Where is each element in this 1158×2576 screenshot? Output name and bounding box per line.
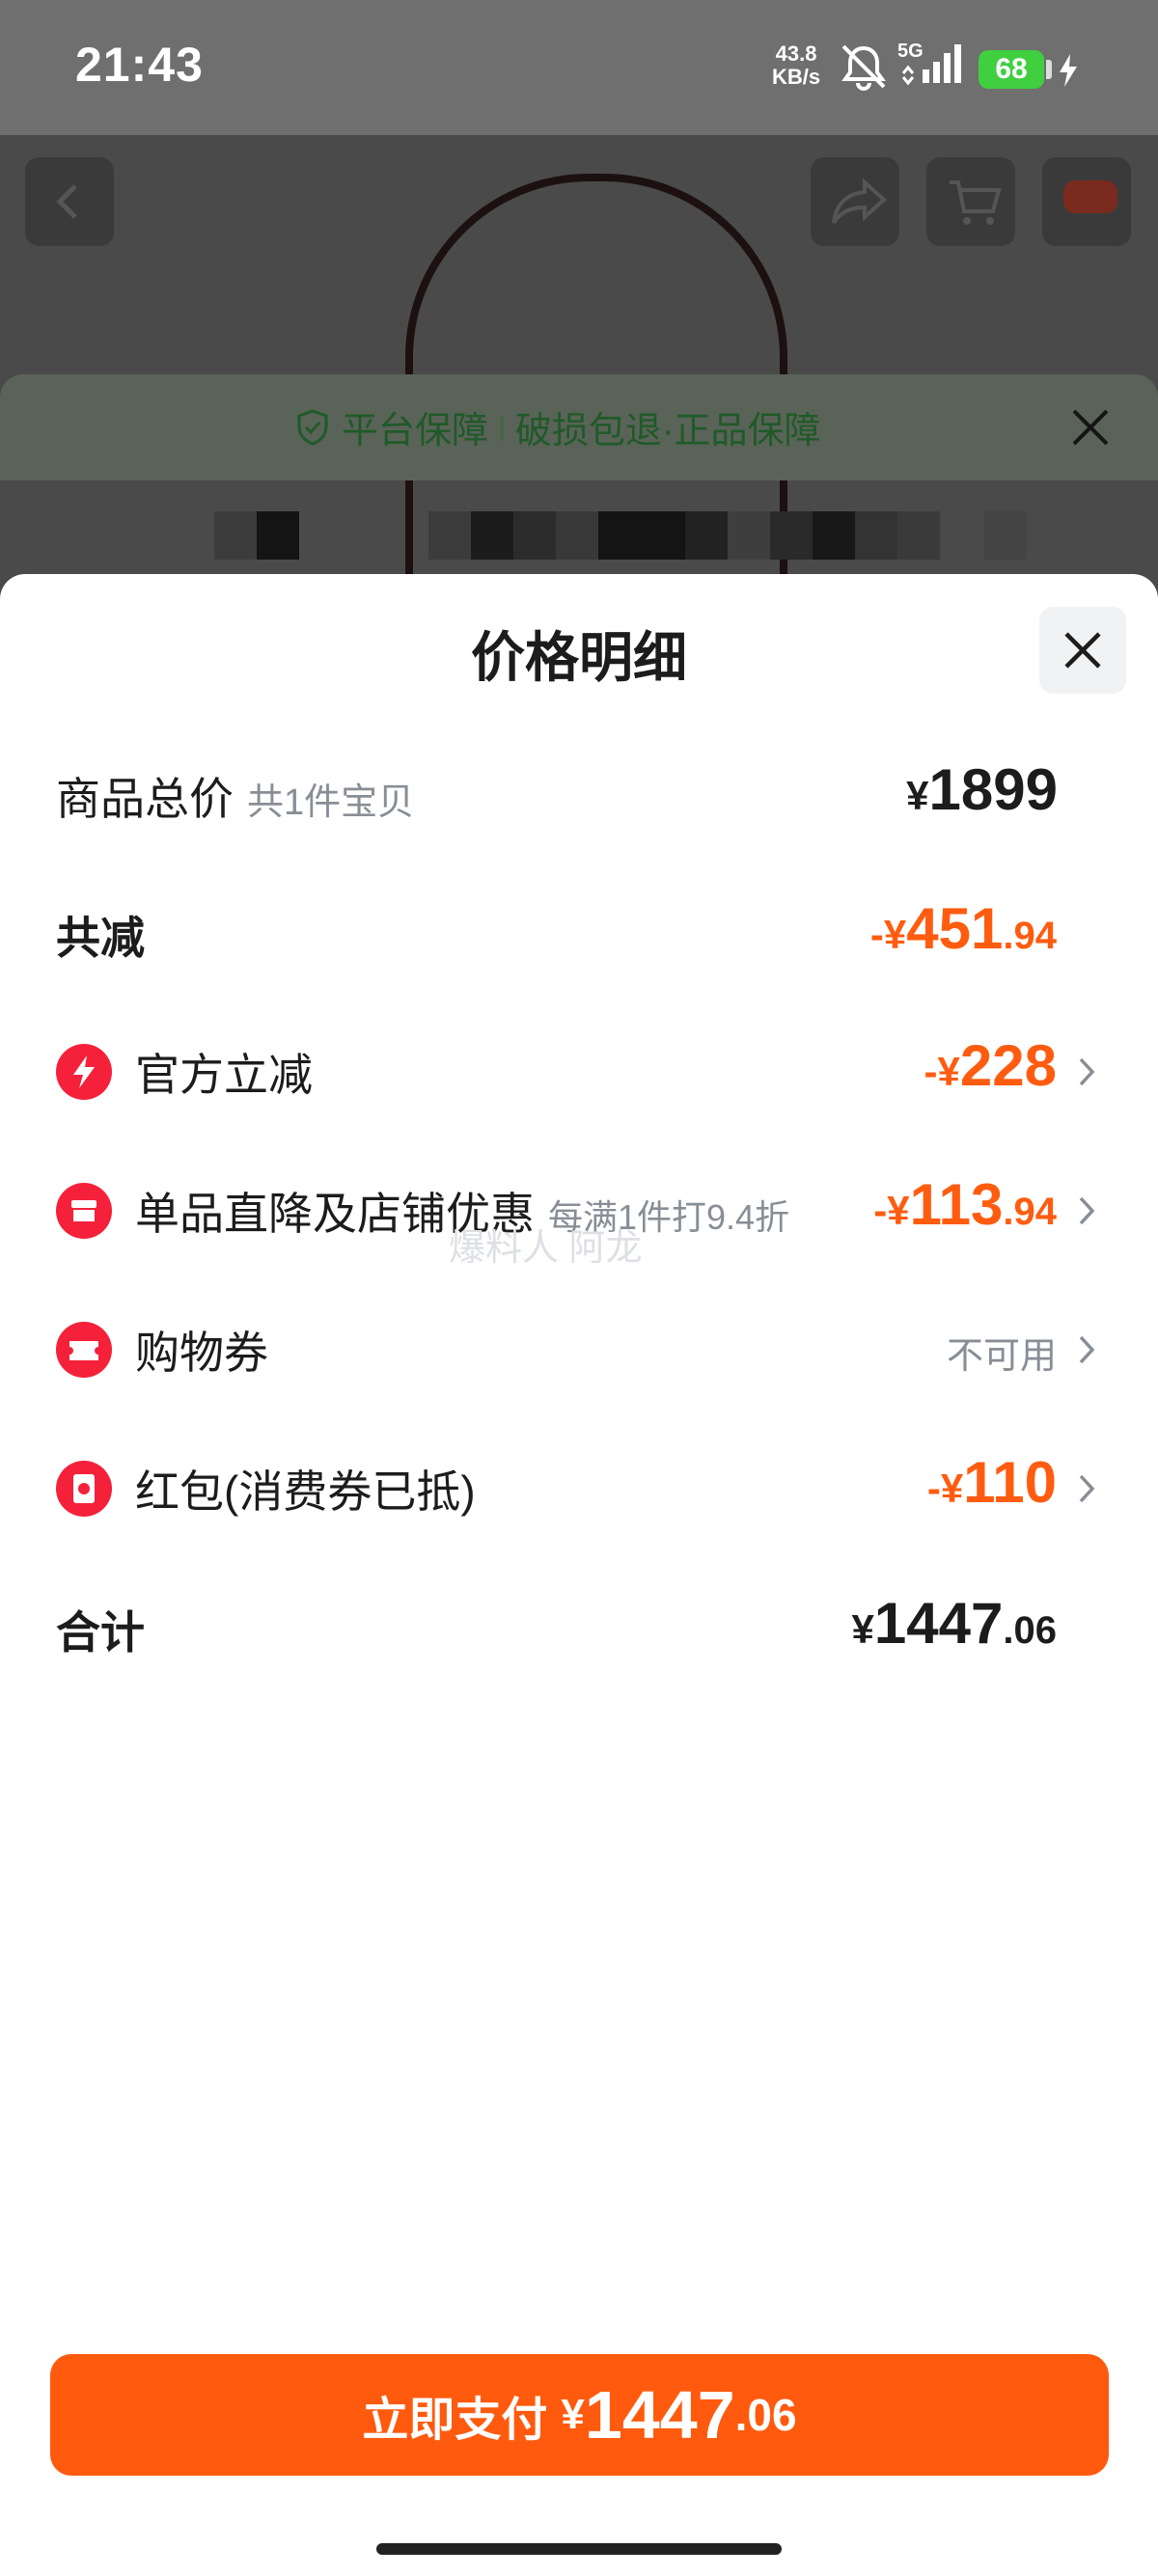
message-button[interactable]	[1042, 157, 1131, 246]
sheet-title: 价格明细	[471, 627, 687, 688]
net-speed-value: 43.8	[775, 41, 817, 66]
row-total-reduction: 共减 -¥451.94	[0, 886, 1158, 982]
coupon-status: 不可用	[946, 1336, 1057, 1377]
close-icon	[1064, 632, 1101, 669]
signal-label: 5G	[897, 41, 924, 62]
currency-symbol: -¥	[926, 1466, 964, 1511]
official-discount-label: 官方立减	[135, 1050, 313, 1100]
pay-now-button[interactable]: 立即支付 ¥1447.06	[50, 2354, 1109, 2476]
row-official-discount[interactable]: 官方立减 -¥228	[0, 1023, 1158, 1119]
goods-total-label: 商品总价 共1件宝贝	[56, 764, 414, 828]
chevron-right-icon	[1079, 1196, 1095, 1225]
ticket-icon	[56, 1322, 112, 1378]
row-red-packet[interactable]: 红包(消费券已抵) -¥110	[0, 1439, 1158, 1536]
row-shopping-coupon[interactable]: 购物券 不可用	[0, 1301, 1158, 1397]
shopping-coupon-label: 购物券	[135, 1328, 268, 1378]
pay-amount-decimal: .06	[734, 2390, 797, 2440]
amount-decimal: .06	[1003, 1609, 1057, 1652]
battery-cap	[1046, 60, 1052, 79]
red-packet-label: 红包(消费券已抵)	[135, 1466, 476, 1517]
mosaic-strip	[0, 511, 1158, 569]
guarantee-text: 平台保障 | 破损包退·正品保障	[293, 400, 820, 453]
goods-total-amount: ¥1899	[906, 756, 1058, 823]
cart-icon	[950, 180, 1002, 225]
network-speed: 43.8 KB/s	[772, 42, 820, 89]
amount-integer: 451	[906, 896, 1004, 961]
currency-symbol: -¥	[869, 912, 907, 957]
watermark-text: 爆料人 阿龙	[449, 1228, 643, 1269]
guarantee-close-button[interactable]	[1066, 403, 1115, 456]
amount-integer: 228	[959, 1033, 1057, 1098]
currency-symbol: -¥	[873, 1188, 910, 1233]
total-reduction-label: 共减	[56, 913, 145, 963]
sheet-close-button[interactable]	[1039, 607, 1126, 694]
mute-bell-icon	[838, 42, 890, 96]
pay-amount-integer: 1447	[584, 2377, 735, 2453]
guarantee-detail: 破损包退·正品保障	[514, 411, 821, 452]
red-packet-icon	[56, 1461, 112, 1517]
total-reduction-amount: -¥451.94	[870, 895, 1057, 962]
battery-indicator: 68	[979, 50, 1044, 89]
shield-check-icon	[297, 408, 328, 446]
amount-integer: 1447	[873, 1591, 1004, 1656]
row-sum-total: 合计 ¥1447.06	[0, 1580, 1158, 1677]
amount-decimal: .94	[1003, 1191, 1057, 1233]
amount-integer: 113	[909, 1172, 1004, 1237]
store-discount-amount: -¥113.94	[873, 1171, 1057, 1238]
chevron-right-icon	[1079, 1474, 1095, 1503]
sum-total-label: 合计	[56, 1607, 145, 1658]
amount-decimal: .94	[1003, 915, 1057, 957]
amount-integer: 1899	[928, 757, 1058, 822]
back-arrow-icon	[56, 184, 77, 219]
store-icon	[56, 1183, 112, 1239]
red-packet-amount: -¥110	[927, 1449, 1057, 1516]
row-goods-total: 商品总价 共1件宝贝 ¥1899	[0, 747, 1158, 843]
net-speed-unit: KB/s	[772, 65, 821, 89]
lightning-icon	[56, 1044, 112, 1100]
official-discount-amount: -¥228	[924, 1032, 1057, 1099]
status-time: 21:43	[75, 38, 204, 92]
currency-symbol: ¥	[906, 773, 929, 818]
price-detail-sheet	[0, 574, 1158, 2576]
sum-total-amount: ¥1447.06	[852, 1590, 1057, 1657]
amount-integer: 110	[963, 1450, 1057, 1515]
guarantee-separator: |	[498, 410, 506, 443]
back-button[interactable]	[25, 157, 114, 246]
currency-symbol: ¥	[851, 1606, 874, 1652]
chevron-right-icon	[1079, 1057, 1095, 1086]
charging-icon	[1058, 54, 1079, 92]
signal-5g-icon: 5G	[897, 41, 965, 94]
message-icon	[1063, 180, 1117, 213]
pay-button-label: 立即支付	[362, 2395, 548, 2446]
share-button[interactable]	[811, 157, 899, 246]
close-icon	[1072, 409, 1109, 446]
cart-button[interactable]	[926, 157, 1015, 246]
status-bar: 21:43 43.8 KB/s 5G 68	[0, 0, 1158, 135]
chevron-right-icon	[1079, 1335, 1095, 1364]
goods-count-text: 共1件宝贝	[247, 782, 415, 823]
goods-total-text: 商品总价	[56, 774, 234, 824]
share-icon	[832, 178, 887, 225]
currency-symbol: -¥	[924, 1049, 960, 1094]
currency-symbol: ¥	[561, 2391, 585, 2438]
home-indicator[interactable]	[376, 2543, 782, 2555]
guarantee-title: 平台保障	[342, 411, 489, 452]
